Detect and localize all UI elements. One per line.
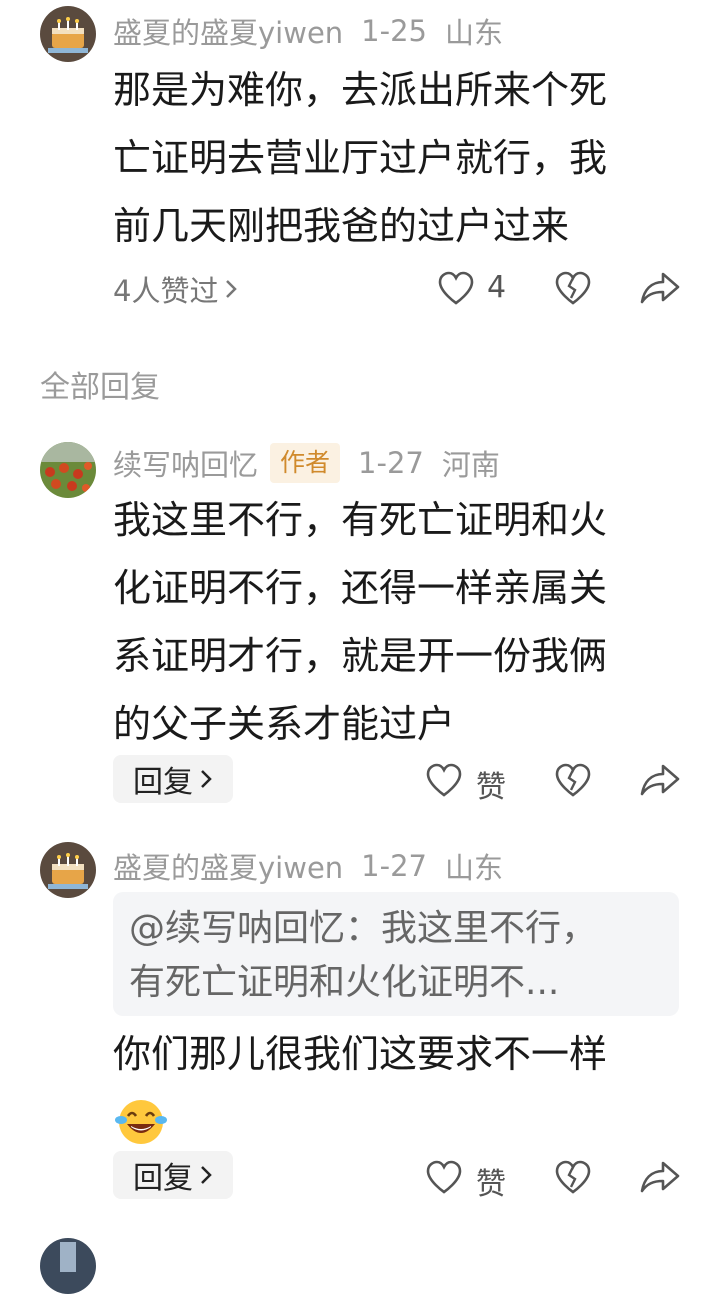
avatar[interactable] [40, 842, 96, 898]
comment-location: 河南 [441, 448, 500, 482]
comment-text: 你们那儿很我们这要求不一样 [113, 1020, 673, 1156]
comment-text: 我这里不行，有死亡证明和火 化证明不行，还得一样亲属关 系证明才行，就是开一份我… [113, 498, 608, 746]
chevron-right-icon [199, 1164, 213, 1186]
comment-date: 1-25 [361, 14, 427, 48]
comment-location: 山东 [445, 851, 504, 885]
chevron-right-icon [199, 768, 213, 790]
comment-date: 1-27 [361, 849, 427, 883]
reply-button[interactable]: 回复 [113, 1151, 233, 1199]
comment-date: 1-27 [358, 446, 424, 480]
username[interactable]: 盛夏的盛夏yiwen [113, 10, 343, 52]
chevron-right-icon [224, 278, 238, 300]
like-label: 赞 [476, 770, 506, 805]
like-count: 4 [487, 270, 507, 305]
laughing-emoji [113, 1088, 673, 1156]
username[interactable]: 盛夏的盛夏yiwen [113, 845, 343, 887]
heart-icon[interactable] [424, 1157, 464, 1197]
quoted-reply[interactable]: @续写呐回忆：我这里不行， 有死亡证明和火化证明不... [113, 892, 679, 1016]
all-replies-label: 全部回复 [40, 370, 160, 405]
comment-meta: 盛夏的盛夏yiwen 1-27 山东 [113, 845, 503, 887]
broken-heart-icon[interactable] [553, 760, 593, 800]
comment-meta: 续写呐回忆 作者 1-27 河南 [113, 442, 500, 484]
heart-icon[interactable] [436, 268, 476, 308]
author-badge: 作者 [270, 443, 341, 483]
broken-heart-icon[interactable] [553, 268, 593, 308]
avatar[interactable] [40, 1238, 96, 1294]
avatar[interactable] [40, 6, 96, 62]
comment-text: 那是为难你，去派出所来个死 亡证明去营业厅过户就行，我 前几天刚把我爸的过户过来 [113, 68, 608, 248]
comment-meta: 盛夏的盛夏yiwen 1-25 山东 [113, 10, 503, 52]
share-icon[interactable] [638, 760, 682, 800]
comment-location: 山东 [445, 16, 504, 50]
share-icon[interactable] [638, 268, 682, 308]
heart-icon[interactable] [424, 760, 464, 800]
share-icon[interactable] [638, 1157, 682, 1197]
liked-by-link[interactable]: 4人赞过 [113, 268, 238, 310]
like-label: 赞 [476, 1167, 506, 1202]
avatar[interactable] [40, 442, 96, 498]
username[interactable]: 续写呐回忆 [113, 442, 258, 484]
broken-heart-icon[interactable] [553, 1157, 593, 1197]
reply-button[interactable]: 回复 [113, 755, 233, 803]
